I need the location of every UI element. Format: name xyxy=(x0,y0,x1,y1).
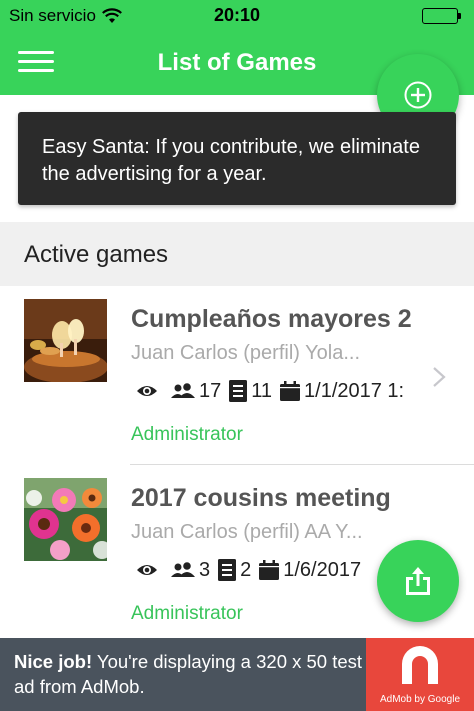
share-icon xyxy=(406,567,430,595)
section-title: Active games xyxy=(24,241,169,268)
game-role: Administrator xyxy=(131,603,243,624)
ad-text: Nice job! You're displaying a 320 x 50 t… xyxy=(14,649,364,699)
calendar-icon xyxy=(259,560,280,580)
game-thumbnail xyxy=(24,478,107,561)
admob-logo: AdMob by Google xyxy=(366,638,474,711)
game-players: Juan Carlos (perfil) AA Y... xyxy=(131,521,363,543)
game-list-item[interactable]: Cumpleaños mayores 2 Juan Carlos (perfil… xyxy=(0,286,474,464)
participants-count: 3 xyxy=(199,558,211,581)
game-title: 2017 cousins meeting xyxy=(131,484,391,512)
ad-bold-text: Nice job! xyxy=(14,651,93,672)
ad-banner[interactable]: Nice job! You're displaying a 320 x 50 t… xyxy=(0,638,474,711)
group-icon xyxy=(171,383,195,398)
game-stats: 3 2 1/6/2017 xyxy=(137,557,417,583)
lists-count: 11 xyxy=(251,379,273,402)
share-button[interactable] xyxy=(377,540,459,622)
add-icon xyxy=(404,81,432,109)
calendar-icon xyxy=(280,381,301,401)
game-role: Administrator xyxy=(131,424,243,445)
group-icon xyxy=(171,562,195,577)
chevron-right-icon xyxy=(433,367,446,387)
eye-icon xyxy=(137,386,157,396)
game-players: Juan Carlos (perfil) Yola... xyxy=(131,342,361,364)
admob-icon xyxy=(402,646,438,684)
game-date: 1/1/2017 1: xyxy=(304,379,405,402)
battery-icon xyxy=(422,8,462,24)
game-title: Cumpleaños mayores 2 xyxy=(131,305,412,333)
clock: 20:10 xyxy=(213,5,261,25)
contribution-banner[interactable]: Easy Santa: If you contribute, we elimin… xyxy=(18,112,456,205)
eye-icon xyxy=(137,565,157,575)
lists-count: 2 xyxy=(240,558,252,581)
section-header: Active games xyxy=(0,222,474,286)
game-date: 1/6/2017 xyxy=(283,558,362,581)
ad-brand: AdMob by Google xyxy=(379,694,461,705)
game-thumbnail xyxy=(24,299,107,382)
list-icon xyxy=(218,559,237,581)
list-icon xyxy=(229,380,248,402)
status-bar: Sin servicio 20:10 xyxy=(0,0,474,32)
participants-count: 17 xyxy=(199,379,222,402)
game-stats: 17 11 1/1/2017 1: xyxy=(137,378,417,404)
